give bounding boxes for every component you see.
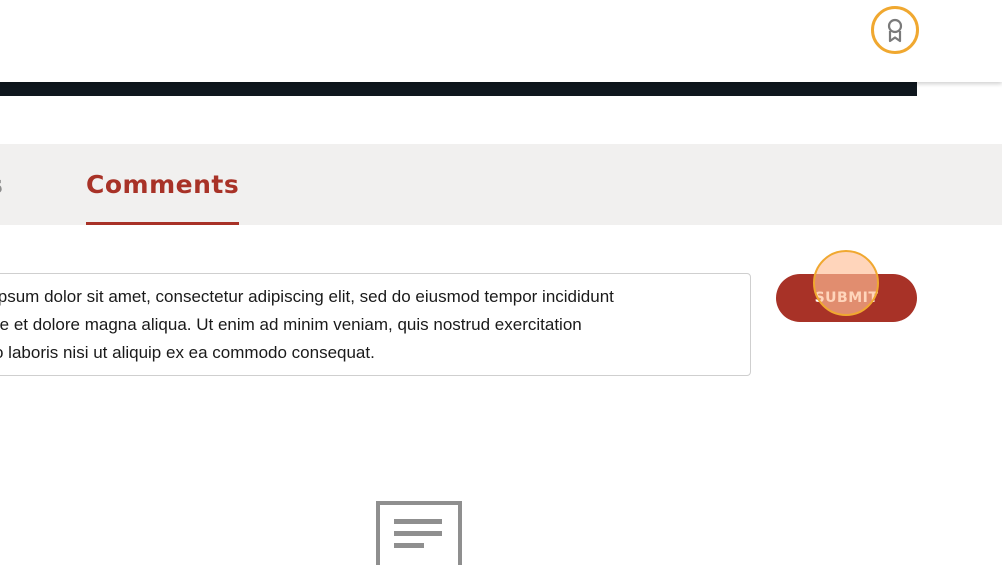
tab-previous[interactable]: s: [0, 170, 3, 199]
award-ribbon-icon[interactable]: [871, 6, 919, 54]
comment-text-line: re et dolore magna aliqua. Ut enim ad mi…: [0, 315, 582, 334]
tab-bar: s Comments: [0, 144, 1002, 225]
active-tab-indicator: [86, 222, 239, 225]
video-player-bar: [0, 82, 917, 96]
tab-comments[interactable]: Comments: [86, 170, 239, 199]
comment-text-line: ipsum dolor sit amet, consectetur adipis…: [0, 287, 614, 306]
click-indicator: [813, 250, 879, 316]
comment-text-line: o laboris nisi ut aliquip ex ea commodo …: [0, 343, 375, 362]
top-bar: [0, 0, 1002, 82]
document-text-icon: [376, 501, 462, 570]
